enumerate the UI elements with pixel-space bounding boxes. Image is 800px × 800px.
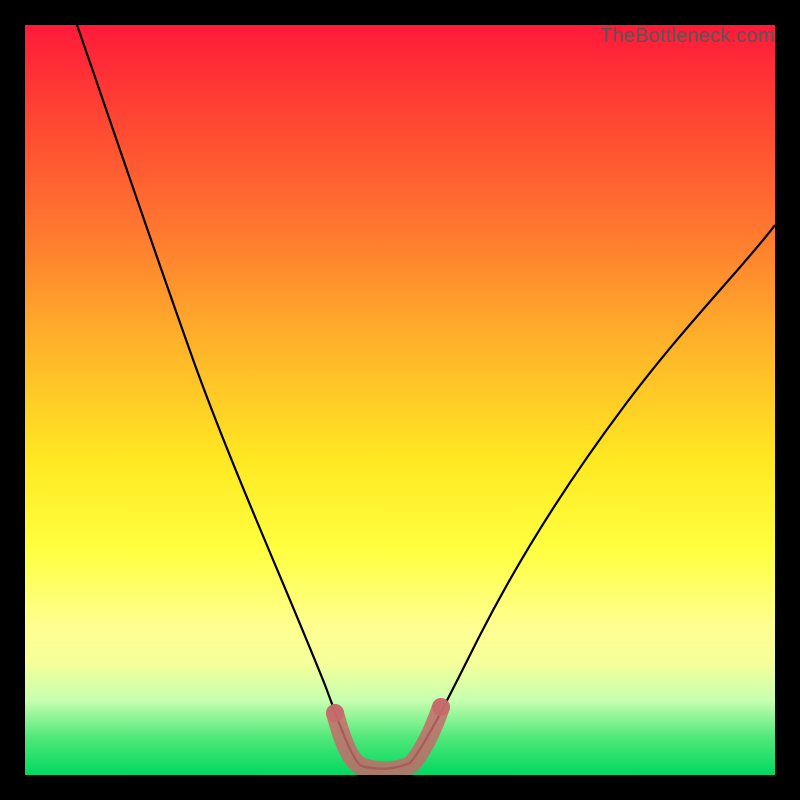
highlight-end-right xyxy=(432,698,450,716)
curve-layer xyxy=(25,25,775,775)
plot-area xyxy=(25,25,775,775)
chart-frame: TheBottleneck.com xyxy=(0,0,800,800)
highlight-end-left xyxy=(326,704,344,722)
bottleneck-curve xyxy=(77,25,775,769)
highlight-zone xyxy=(335,707,441,770)
watermark: TheBottleneck.com xyxy=(600,25,775,48)
